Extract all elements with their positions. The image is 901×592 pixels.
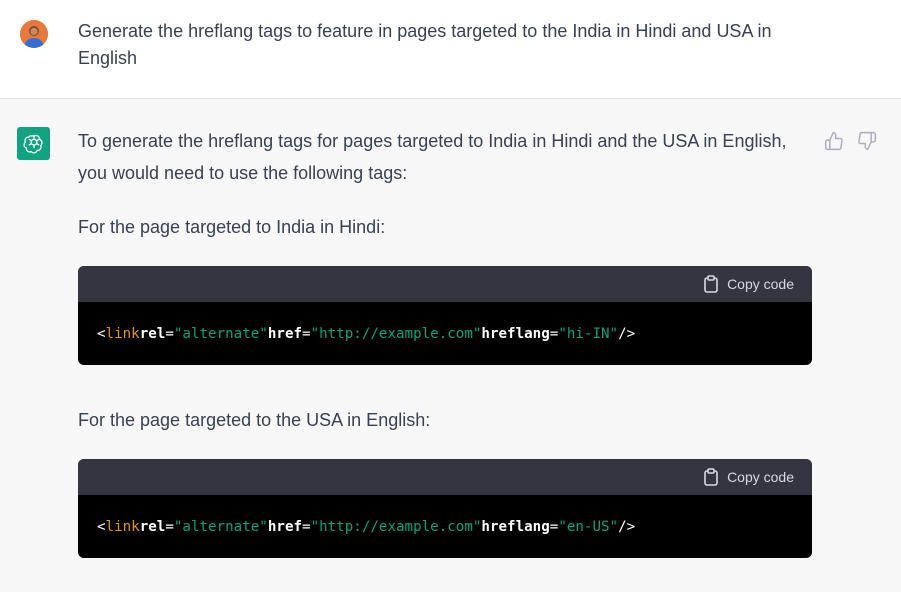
code-token: = [165, 518, 174, 535]
user-avatar [20, 20, 48, 48]
code-token-attr: href [267, 325, 303, 342]
copy-code-label: Copy code [727, 469, 794, 485]
code-block-header: Copy code [78, 459, 812, 495]
code-token-attr: rel [139, 518, 166, 535]
code-content: < link rel = "alternate" href = "http://examp… [78, 495, 812, 558]
code-token-tag: link [105, 325, 140, 342]
code-content: < link rel = "alternate" href = "http://examp… [78, 302, 812, 365]
user-message-text: Generate the hreflang tags to feature in… [78, 21, 772, 68]
code-block-usa: Copy code < link rel = "alternate" href = "ht… [78, 459, 812, 558]
code-token-attr: hreflang [481, 325, 550, 342]
code-token-tag: link [105, 518, 140, 535]
code-token: = [302, 325, 311, 342]
openai-logo-icon [17, 127, 50, 160]
code-token: = [165, 325, 174, 342]
code-token-string: "hi-IN" [558, 325, 619, 342]
india-heading-text: For the page targeted to India in Hindi: [78, 217, 386, 237]
assistant-message-row: To generate the hreflang tags for pages … [0, 99, 901, 592]
code-token-attr: hreflang [481, 518, 550, 535]
code-token-attr: href [267, 518, 303, 535]
thumbs-up-icon[interactable] [824, 131, 844, 151]
code-token: /> [618, 518, 636, 535]
thumbs-down-icon[interactable] [857, 131, 877, 151]
copy-code-button[interactable]: Copy code [703, 467, 794, 487]
clipboard-icon [703, 275, 719, 293]
code-token: < [97, 518, 106, 535]
chat-page: Generate the hreflang tags to feature in… [0, 0, 901, 592]
usa-heading-text: For the page targeted to the USA in Engl… [78, 410, 431, 430]
code-block-header: Copy code [78, 266, 812, 302]
assistant-intro-text: To generate the hreflang tags for pages … [78, 131, 787, 183]
code-token: = [549, 325, 559, 342]
copy-code-label: Copy code [727, 276, 794, 292]
code-token: /> [618, 325, 636, 342]
code-token-string: "alternate" [173, 518, 268, 535]
code-token: < [97, 325, 106, 342]
code-token: = [302, 518, 311, 535]
code-token-string: "en-US" [558, 518, 619, 535]
user-message-row: Generate the hreflang tags to feature in… [0, 0, 901, 99]
code-block-india: Copy code < link rel = "alternate" href = "ht… [78, 266, 812, 365]
code-token-string: "http://example.com" [310, 325, 482, 342]
code-token-string: "alternate" [173, 325, 268, 342]
code-token: = [549, 518, 559, 535]
code-token-attr: rel [139, 325, 166, 342]
clipboard-icon [703, 468, 719, 486]
code-token-string: "http://example.com" [310, 518, 482, 535]
copy-code-button[interactable]: Copy code [703, 274, 794, 294]
